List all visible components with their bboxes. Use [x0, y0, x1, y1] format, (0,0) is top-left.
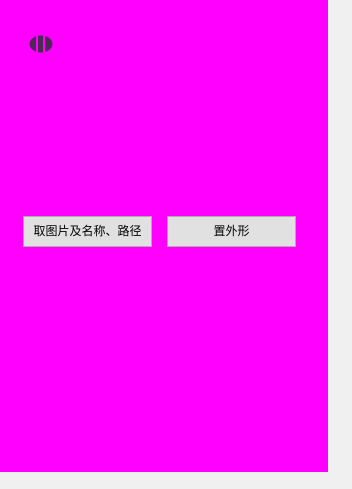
magenta-canvas: 取图片及名称、路径 置外形 [0, 0, 328, 472]
striped-oval-icon [29, 35, 53, 53]
get-image-name-path-button[interactable]: 取图片及名称、路径 [23, 216, 152, 247]
set-shape-button[interactable]: 置外形 [167, 216, 296, 247]
